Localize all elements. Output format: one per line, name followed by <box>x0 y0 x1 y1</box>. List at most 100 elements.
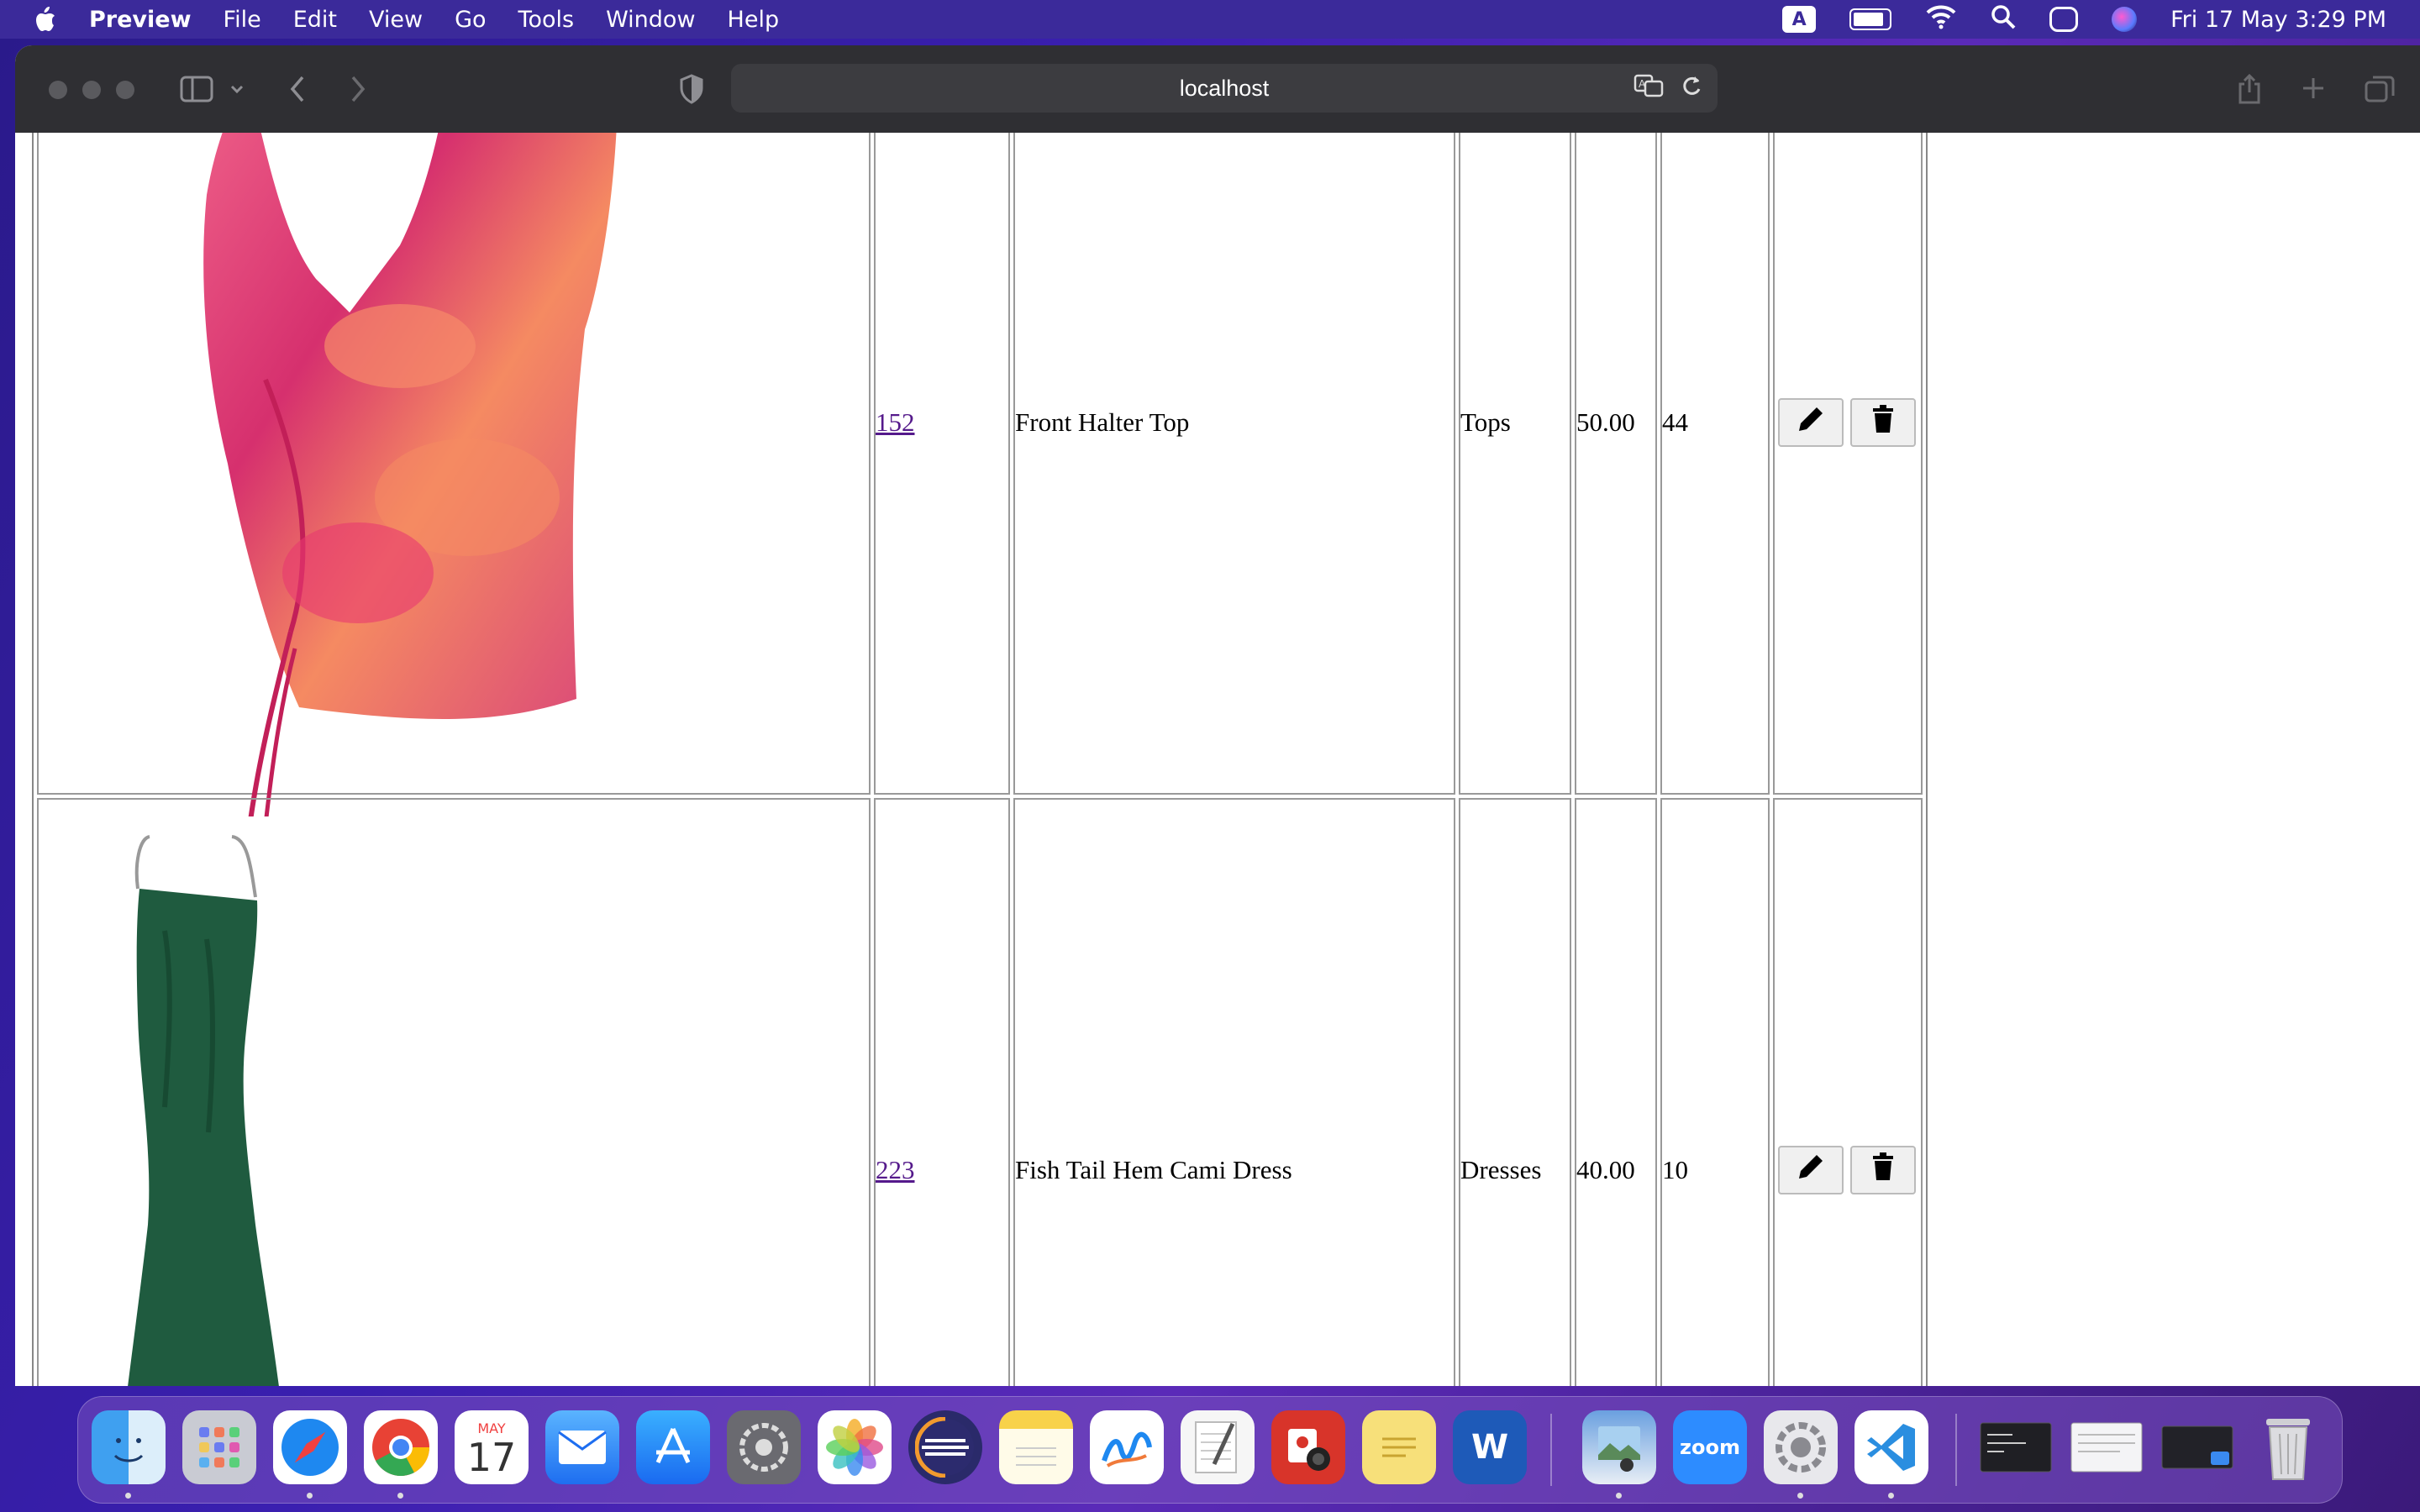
new-tab-icon[interactable] <box>2301 76 2326 106</box>
product-price: 40.00 <box>1575 798 1657 1386</box>
menu-bar: Preview File Edit View Go Tools Window H… <box>0 0 2420 39</box>
textedit-icon[interactable] <box>1181 1410 1255 1484</box>
actions-cell <box>1773 798 1923 1386</box>
calendar-month: MAY <box>477 1420 506 1436</box>
table-row: 152 Front Halter Top Tops 50.00 44 <box>37 133 1923 816</box>
product-price: 50.00 <box>1575 133 1657 795</box>
menu-window[interactable]: Window <box>606 7 695 33</box>
vscode-running-indicator <box>1888 1493 1894 1499</box>
product-category: Dresses <box>1459 798 1571 1386</box>
address-bar[interactable]: localhost A <box>731 64 1718 113</box>
address-bar-text: localhost <box>1179 75 1270 101</box>
chevron-down-icon[interactable] <box>229 76 245 112</box>
browser-window: localhost A 152 Front Halter Top Tops 50… <box>15 45 2420 1386</box>
edit-button[interactable] <box>1778 1146 1844 1194</box>
products-table: 152 Front Halter Top Tops 50.00 44 223 F… <box>32 133 1928 1386</box>
launchpad-icon[interactable] <box>182 1410 256 1484</box>
minimize-window-button[interactable] <box>82 81 101 99</box>
tab-overview-icon[interactable] <box>2365 76 2395 108</box>
actions-cell <box>1773 133 1923 795</box>
mail-icon[interactable] <box>545 1410 619 1484</box>
browser-toolbar: localhost A <box>15 45 2420 134</box>
menu-go[interactable]: Go <box>455 7 486 33</box>
product-name: Front Halter Top <box>1013 133 1455 795</box>
product-id-link[interactable]: 223 <box>876 1155 915 1184</box>
word-icon-letter: W <box>1470 1428 1509 1467</box>
system-preferences-icon[interactable] <box>1764 1410 1838 1484</box>
stickies-icon[interactable] <box>1362 1410 1436 1484</box>
finder-running-indicator <box>125 1493 131 1499</box>
zoom-icon[interactable]: zoom <box>1673 1410 1747 1484</box>
delete-button[interactable] <box>1850 1146 1916 1194</box>
siri-icon[interactable] <box>2112 7 2138 32</box>
freeform-icon[interactable] <box>1090 1410 1164 1484</box>
chrome-icon[interactable] <box>364 1410 438 1484</box>
reload-icon[interactable] <box>1681 74 1702 103</box>
dock-separator <box>1550 1414 1552 1486</box>
zoom-window-button[interactable] <box>116 81 134 99</box>
safari-icon[interactable] <box>273 1410 347 1484</box>
spotlight-search-icon[interactable] <box>1991 4 2016 35</box>
product-quantity: 10 <box>1660 798 1770 1386</box>
menu-tools[interactable]: Tools <box>518 7 575 33</box>
trash-icon <box>1870 1152 1896 1189</box>
product-image-halter-top <box>203 133 617 816</box>
menu-help[interactable]: Help <box>728 7 780 33</box>
menubar-clock[interactable]: Fri 17 May 3:29 PM <box>2170 7 2386 33</box>
trash-icon <box>1870 404 1896 441</box>
zoom-icon-label: zoom <box>1680 1436 1740 1459</box>
web-page: 152 Front Halter Top Tops 50.00 44 223 F… <box>15 133 2420 1386</box>
chrome-running-indicator <box>397 1493 403 1499</box>
menu-edit[interactable]: Edit <box>293 7 337 33</box>
calendar-day: 17 <box>466 1434 517 1480</box>
minimized-window-terminal[interactable] <box>1979 1410 2053 1484</box>
product-id-cell: 223 <box>874 798 1010 1386</box>
input-source-indicator[interactable]: A <box>1782 6 1817 33</box>
wifi-icon[interactable] <box>1925 4 1957 35</box>
pencil-icon <box>1796 404 1826 441</box>
menu-view[interactable]: View <box>369 7 423 33</box>
product-image-cell <box>37 798 871 1386</box>
app-store-icon[interactable] <box>636 1410 710 1484</box>
vscode-icon[interactable] <box>1854 1410 1928 1484</box>
menu-file[interactable]: File <box>224 7 261 33</box>
product-quantity: 44 <box>1660 133 1770 795</box>
battery-icon[interactable] <box>1849 8 1892 30</box>
photos-icon[interactable] <box>818 1410 892 1484</box>
product-id-cell: 152 <box>874 133 1010 795</box>
forward-icon[interactable] <box>348 74 368 109</box>
privacy-shield-icon[interactable] <box>679 74 704 109</box>
system-preferences-running-indicator <box>1797 1493 1803 1499</box>
edit-button[interactable] <box>1778 398 1844 447</box>
trash-icon[interactable] <box>2251 1410 2325 1484</box>
preview-running-indicator <box>1616 1493 1622 1499</box>
translate-icon[interactable]: A <box>1634 74 1664 103</box>
product-image-cami-dress <box>128 835 279 1386</box>
menu-app-name[interactable]: Preview <box>89 7 192 33</box>
product-id-link[interactable]: 152 <box>876 407 915 437</box>
product-name: Fish Tail Hem Cami Dress <box>1013 798 1455 1386</box>
delete-button[interactable] <box>1850 398 1916 447</box>
eclipse-icon[interactable] <box>908 1410 982 1484</box>
close-window-button[interactable] <box>49 81 67 99</box>
safari-running-indicator <box>307 1493 313 1499</box>
minimized-window-dark[interactable] <box>2160 1410 2234 1484</box>
calendar-icon[interactable]: MAY 17 <box>455 1410 529 1484</box>
share-icon[interactable] <box>2237 73 2262 109</box>
notes-icon[interactable] <box>999 1410 1073 1484</box>
system-settings-icon[interactable] <box>727 1410 801 1484</box>
preview-icon[interactable] <box>1582 1410 1656 1484</box>
control-center-icon[interactable] <box>2049 7 2079 32</box>
photo-booth-icon[interactable] <box>1271 1410 1345 1484</box>
minimized-window-document[interactable] <box>2070 1410 2144 1484</box>
product-image-cell <box>37 133 871 816</box>
pencil-icon <box>1796 1152 1826 1189</box>
dock: MAY 17 W zoom <box>77 1396 2343 1504</box>
word-icon[interactable]: W <box>1453 1410 1527 1484</box>
finder-icon[interactable] <box>92 1410 166 1484</box>
back-icon[interactable] <box>287 74 308 109</box>
table-row: 223 Fish Tail Hem Cami Dress Dresses 40.… <box>37 798 1923 1386</box>
sidebar-toggle-icon[interactable] <box>180 76 213 108</box>
apple-menu-icon[interactable] <box>30 5 59 34</box>
product-category: Tops <box>1459 133 1571 795</box>
